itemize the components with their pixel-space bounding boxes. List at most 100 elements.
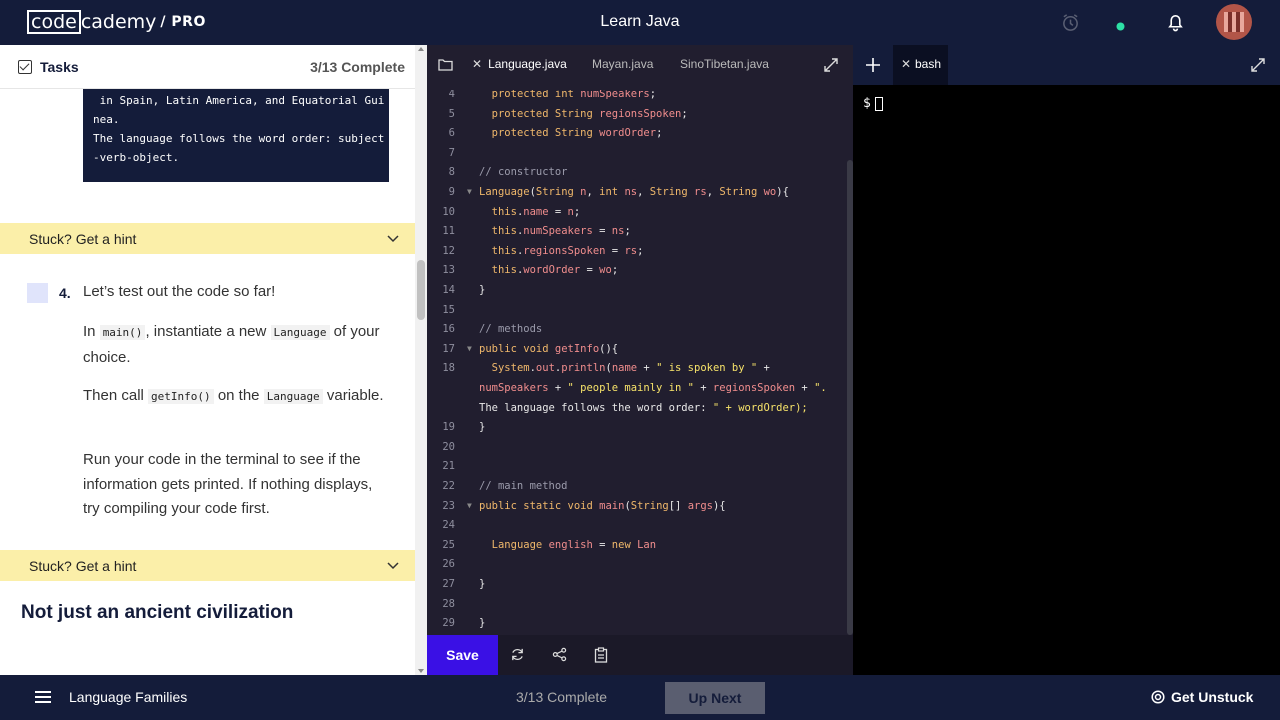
code-line[interactable]: numSpeakers + " people mainly in " + reg… [427, 378, 847, 398]
up-next-button[interactable]: Up Next [665, 682, 765, 714]
code-line[interactable]: 25 Language english = new Lan [427, 535, 847, 555]
lesson-title[interactable]: Language Families [69, 689, 187, 705]
code-line[interactable]: 26 [427, 554, 847, 574]
share-icon[interactable] [552, 647, 567, 667]
line-number: 6 [448, 127, 455, 140]
code-text: numSpeakers + " people mainly in " + reg… [479, 382, 827, 394]
line-number: 16 [442, 323, 455, 336]
expand-icon[interactable] [823, 57, 839, 78]
folder-icon[interactable] [438, 58, 453, 76]
code-text: public void getInfo(){ [479, 342, 619, 355]
get-unstuck-button[interactable]: Get Unstuck [1171, 689, 1253, 705]
line-number: 26 [442, 558, 455, 571]
course-title: Learn Java [600, 13, 680, 30]
code-block-line: in Spain, Latin America, and Equatorial … [93, 94, 385, 107]
step-paragraph-2: Then call getInfo() on the Language vari… [83, 384, 393, 410]
line-number: 13 [442, 264, 455, 277]
code-line[interactable]: 17 ▼ public void getInfo(){ [427, 339, 847, 359]
scrollbar-thumb[interactable] [417, 260, 425, 320]
line-number: 17 [442, 342, 455, 355]
tasks-count: 3/13 Complete [310, 59, 405, 75]
code-line[interactable]: 13 this.wordOrder = wo; [427, 260, 847, 280]
close-icon[interactable]: ✕ [901, 57, 911, 71]
code-line[interactable]: 27} [427, 574, 847, 594]
terminal-prompt[interactable]: $ [863, 96, 883, 111]
code-text: } [479, 421, 486, 434]
line-number: 20 [442, 440, 455, 453]
code-text: System.out.println(name + " is spoken by… [491, 362, 770, 375]
line-number: 28 [442, 597, 455, 610]
line-number: 4 [448, 90, 455, 100]
code-text: } [479, 284, 486, 296]
editor-toolbar: Save [427, 635, 853, 675]
code-line[interactable]: 6 protected String wordOrder; [427, 123, 847, 143]
code-line[interactable]: 22 // main method [427, 476, 847, 496]
scroll-up-icon[interactable] [418, 47, 424, 51]
code-line[interactable]: The language follows the word order: " +… [427, 398, 847, 418]
code-line[interactable]: 28 [427, 594, 847, 614]
code-text: // main method [479, 480, 568, 492]
code-line[interactable]: 23 ▼ public static void main(String[] args… [427, 496, 847, 516]
tab-language-java[interactable]: ✕ Language.java [472, 57, 567, 71]
instructions-scrollbar[interactable] [415, 45, 427, 675]
code-text: protected int numSpeakers; [491, 90, 657, 100]
code-line[interactable]: 18 System.out.println(name + " is spoken… [427, 358, 847, 378]
bell-icon[interactable] [1166, 12, 1185, 37]
code-line[interactable]: 24 [427, 515, 847, 535]
refresh-icon[interactable] [510, 647, 525, 667]
code-line[interactable]: 5 protected String regionsSpoken; [427, 104, 847, 124]
code-line[interactable]: 11 this.numSpeakers = ns; [427, 221, 847, 241]
code-line[interactable]: 29} [427, 613, 847, 633]
fold-arrow-icon[interactable]: ▼ [467, 182, 472, 202]
step-checkbox[interactable] [27, 283, 48, 303]
chevron-down-icon [387, 562, 399, 570]
code-line[interactable]: 8 // constructor [427, 162, 847, 182]
code-line[interactable]: 12 this.regionsSpoken = rs; [427, 241, 847, 261]
close-icon[interactable]: ✕ [472, 57, 482, 71]
code-line[interactable]: 4 protected int numSpeakers; [427, 90, 847, 104]
code-text: Language english = new Lan [491, 538, 657, 551]
code-line[interactable]: 15 [427, 300, 847, 320]
code-block-line: -verb-object. [93, 151, 180, 164]
clipboard-icon[interactable] [594, 647, 608, 668]
hint-bar[interactable]: Stuck? Get a hint [0, 550, 415, 581]
fold-arrow-icon[interactable]: ▼ [467, 339, 472, 359]
section-title: Not just an ancient civilization [21, 602, 294, 623]
code-line[interactable]: 7 [427, 143, 847, 163]
avatar[interactable] [1216, 4, 1252, 40]
code-area[interactable]: 4 protected int numSpeakers; 5 protected … [427, 90, 847, 635]
footer-bar: Language Families 3/13 Complete Up Next … [0, 675, 1280, 720]
code-text: protected String regionsSpoken; [491, 107, 688, 120]
prompt-symbol: $ [863, 96, 871, 111]
save-button[interactable]: Save [427, 635, 498, 675]
line-number: 19 [442, 421, 455, 434]
code-editor: ✕ Language.java Mayan.java SinoTibetan.ja… [427, 45, 853, 675]
menu-icon[interactable] [35, 691, 51, 703]
scroll-down-icon[interactable] [418, 669, 424, 673]
inline-code: main() [99, 325, 146, 340]
code-text: The language follows the word order: " +… [479, 401, 808, 414]
tab-mayan-java[interactable]: Mayan.java [592, 57, 653, 71]
alarm-icon[interactable] [1061, 13, 1080, 37]
line-number: 27 [442, 578, 455, 590]
expand-icon[interactable] [1250, 57, 1266, 78]
tasks-header[interactable]: Tasks 3/13 Complete [0, 45, 415, 89]
tab-sinotibetan-java[interactable]: SinoTibetan.java [680, 57, 769, 71]
code-line[interactable]: 19} [427, 417, 847, 437]
code-line[interactable]: 21 [427, 456, 847, 476]
plus-icon[interactable] [865, 57, 881, 78]
code-line[interactable]: 14} [427, 280, 847, 300]
code-line[interactable]: 9 ▼ Language(String n, int ns, String rs, … [427, 182, 847, 202]
hint-bar[interactable]: Stuck? Get a hint [0, 223, 415, 254]
code-text: public static void main(String[] args){ [479, 499, 726, 512]
line-number: 5 [448, 107, 455, 120]
code-line[interactable]: 20 [427, 437, 847, 457]
code-line[interactable]: 10 this.name = n; [427, 202, 847, 222]
text: , instantiate a new [145, 323, 271, 340]
step-title: Let’s test out the code so far! [83, 283, 276, 300]
tasks-label: Tasks [40, 59, 79, 75]
tab-bash[interactable]: ✕ bash [893, 45, 948, 85]
code-line[interactable]: 16 // methods [427, 319, 847, 339]
terminal-panel[interactable]: ✕ bash $ [853, 45, 1280, 675]
fold-arrow-icon[interactable]: ▼ [467, 496, 472, 516]
